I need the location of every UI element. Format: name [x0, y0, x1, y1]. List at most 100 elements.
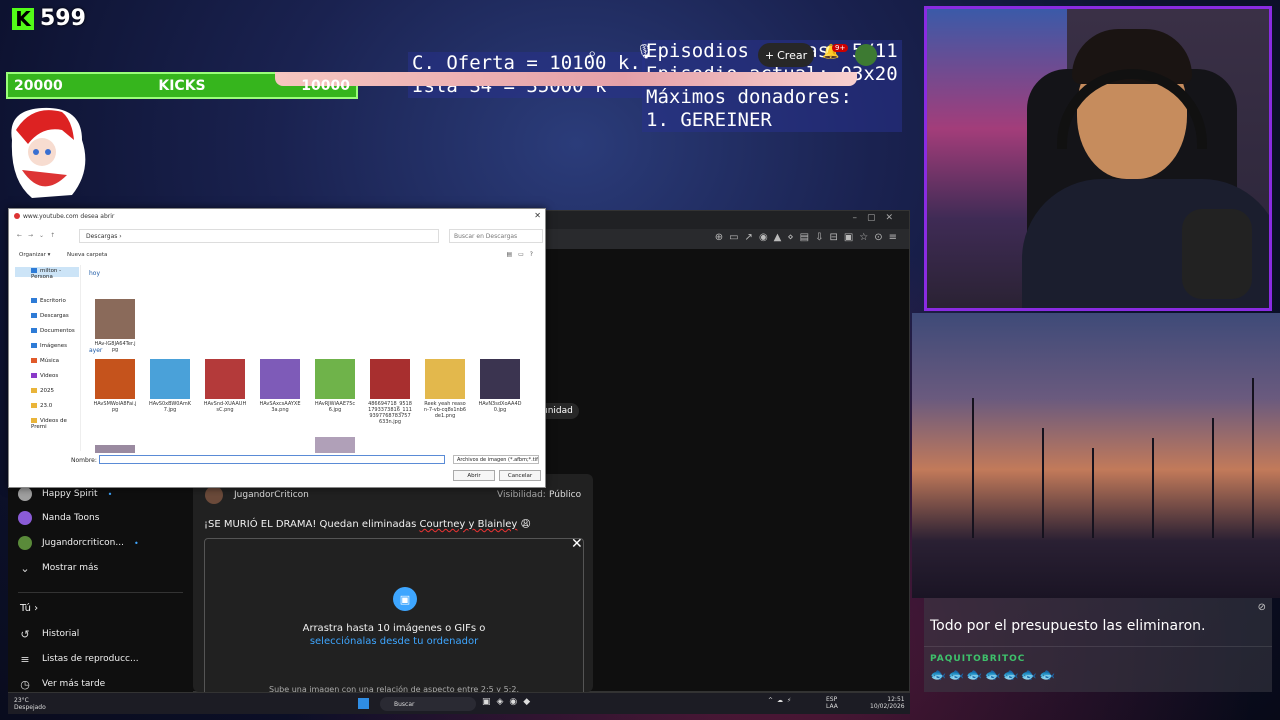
- file-name: 486694718_95181793373816_111939776878375…: [368, 401, 412, 425]
- filename-input[interactable]: [99, 455, 445, 464]
- tree-item[interactable]: Videos: [31, 373, 58, 383]
- group-label-today[interactable]: hoy: [89, 270, 100, 277]
- organize-button[interactable]: Organizar ▾: [19, 252, 50, 258]
- tree-item[interactable]: Descargas: [31, 313, 69, 323]
- image-upload-dropzone[interactable]: ▣ Arrastra hasta 10 imágenes o GIFs o se…: [204, 538, 584, 698]
- post-username: JugandorCriticon: [234, 490, 309, 500]
- create-button[interactable]: + Crear: [758, 43, 814, 67]
- weather-widget[interactable]: 23°C Despejado: [14, 697, 46, 711]
- taskbar-search[interactable]: Buscar: [380, 697, 476, 711]
- close-icon[interactable]: ✕: [534, 211, 541, 220]
- tree-item[interactable]: Imágenes: [31, 343, 67, 353]
- notification-badge: 9+: [832, 44, 849, 52]
- new-folder-button[interactable]: Nueva carpeta: [67, 252, 107, 258]
- chat-message: Todo por el presupuesto las eliminaron.: [930, 618, 1206, 634]
- chat-username: PAQUITOBRITOC: [930, 654, 1026, 664]
- clock-icon: ◷: [20, 677, 30, 691]
- chat-hide-icon[interactable]: ⊘: [1258, 602, 1266, 613]
- file-thumbnail[interactable]: HAvN3sdXoAA4D0.jpg: [478, 359, 522, 413]
- visibility-select[interactable]: Público: [549, 490, 581, 500]
- overlay-episode-line: 1. GEREINER: [646, 109, 772, 131]
- taskbar-clock[interactable]: 12:51 10/02/2026: [870, 696, 905, 710]
- system-tray-icons[interactable]: ^☁⚡: [768, 697, 795, 704]
- search-input[interactable]: Buscar en Descargas: [449, 229, 543, 243]
- file-image: [480, 359, 520, 399]
- browser-toolbar-icons[interactable]: ⊕▭↗◉▲⋄▤⇩⊟▣☆⊙≡: [715, 232, 903, 243]
- file-thumbnail[interactable]: HAvSAxcsAAYXE3a.png: [258, 359, 302, 413]
- folder-icon: [31, 268, 37, 273]
- turbine: [1252, 378, 1254, 538]
- chat-divider: [924, 646, 1272, 647]
- file-thumbnail[interactable]: [93, 445, 137, 453]
- file-image: [205, 359, 245, 399]
- sidebar-item-listas[interactable]: ≡ Listas de reproducc...: [18, 648, 138, 670]
- tree-item[interactable]: Escritorio: [31, 298, 66, 308]
- dialog-commandbar: Organizar ▾ Nueva carpeta ▤▭?: [13, 249, 543, 261]
- post-text-input[interactable]: ¡SE MURIÓ EL DRAMA! Quedan eliminadas Co…: [204, 519, 531, 530]
- file-thumbnail[interactable]: 486694718_95181793373816_111939776878375…: [368, 359, 412, 425]
- language-code: ESP: [826, 696, 838, 703]
- file-image: [260, 359, 300, 399]
- sidebar-item-label: Jugandorcriticon...: [42, 538, 124, 548]
- create-label: Crear: [777, 48, 808, 62]
- file-image: [425, 359, 465, 399]
- file-thumbnail[interactable]: HAv-lG8JA64Ter.jpg: [93, 299, 137, 353]
- tree-item[interactable]: 23.0: [31, 403, 52, 413]
- turbine: [1092, 448, 1094, 538]
- filename-label: Nombre:: [71, 457, 97, 464]
- search-icon[interactable]: ⌕: [588, 44, 616, 68]
- sidebar-you-heading[interactable]: Tú ›: [20, 603, 38, 614]
- file-thumbnail[interactable]: HAvSMWolA8Fai.jpg: [93, 359, 137, 413]
- kick-bar-left-value: 20000: [14, 77, 63, 94]
- windows-start-icon[interactable]: [358, 698, 369, 709]
- cancel-button[interactable]: Cancelar: [499, 470, 541, 481]
- file-type-select[interactable]: Archivos de imagen (*.afbm;*.tif: [453, 455, 539, 464]
- view-options-icon[interactable]: ▤▭?: [506, 251, 539, 258]
- tree-item[interactable]: Música: [31, 358, 59, 368]
- plus-icon: +: [764, 48, 775, 62]
- file-thumbnail[interactable]: [313, 437, 357, 453]
- webcam-microphone: [1182, 209, 1252, 299]
- community-post-composer: JugandorCriticon Visibilidad: Público ¡S…: [193, 474, 593, 698]
- group-label-yesterday[interactable]: ayer: [89, 347, 102, 354]
- turbine: [1042, 428, 1044, 538]
- file-image: [315, 437, 355, 453]
- tree-item[interactable]: milton - Persona: [31, 268, 80, 280]
- window-controls[interactable]: –▢✕: [852, 213, 903, 223]
- sidebar-item-label: Ver más tarde: [42, 679, 106, 689]
- youtube-sidebar: Happy Spirit • Nanda Toons Jugandorcriti…: [8, 480, 193, 692]
- file-list: hoy HAv-lG8JA64Ter.jpg ayer HAvSMWolA8Fa…: [85, 265, 537, 453]
- taskbar-app-icons[interactable]: ▣◈◉◆: [482, 697, 536, 707]
- file-image: [95, 445, 135, 453]
- post-text-emoji: 😩: [517, 519, 531, 530]
- sidebar-item-historial[interactable]: ↺ Historial: [18, 623, 79, 645]
- sidebar-item-nanda-toons[interactable]: Nanda Toons: [18, 507, 99, 529]
- file-image: [95, 359, 135, 399]
- language-indicator[interactable]: ESP LAA: [826, 696, 838, 710]
- close-icon[interactable]: ✕: [571, 536, 583, 552]
- sidebar-show-more[interactable]: ⌄ Mostrar más: [18, 557, 98, 579]
- file-thumbnail[interactable]: Reek yeah reason-7-vb-cq8s1nb6de1.png: [423, 359, 467, 419]
- upload-select-link[interactable]: selecciónalas desde tu ordenador: [205, 636, 583, 647]
- microphone-icon[interactable]: 🎙: [636, 44, 662, 68]
- open-button[interactable]: Abrir: [453, 470, 495, 481]
- windmill-scenery: [912, 313, 1280, 598]
- dialog-footer: Nombre: Archivos de imagen (*.afbm;*.tif…: [13, 455, 543, 487]
- tree-item[interactable]: 2025: [31, 388, 54, 398]
- folder-icon: [31, 388, 37, 393]
- address-bar[interactable]: Descargas ›: [79, 229, 439, 243]
- file-thumbnail[interactable]: HAvRJWiAAE75c6.jpg: [313, 359, 357, 413]
- avatar: [18, 511, 32, 525]
- nav-arrows-icon[interactable]: ←→⌄↑: [17, 232, 61, 239]
- keyboard-layout: LAA: [826, 703, 838, 710]
- file-thumbnail[interactable]: HAvS0xBW0AmK7.jpg: [148, 359, 192, 413]
- tree-item-label: Descargas: [40, 313, 69, 319]
- overlay-episode-line: Máximos donadores:: [646, 86, 852, 108]
- avatar[interactable]: [855, 44, 877, 66]
- sidebar-item-jugandorcriticon[interactable]: Jugandorcriticon... •: [18, 532, 139, 554]
- file-name: HAvN3sdXoAA4D0.jpg: [478, 401, 522, 413]
- tree-item[interactable]: Videos de Premi: [31, 418, 80, 430]
- tree-item[interactable]: Documentos: [31, 328, 75, 338]
- file-thumbnail[interactable]: HAvSnd-XUAAUHsC.png: [203, 359, 247, 413]
- channel-banner: [275, 72, 857, 86]
